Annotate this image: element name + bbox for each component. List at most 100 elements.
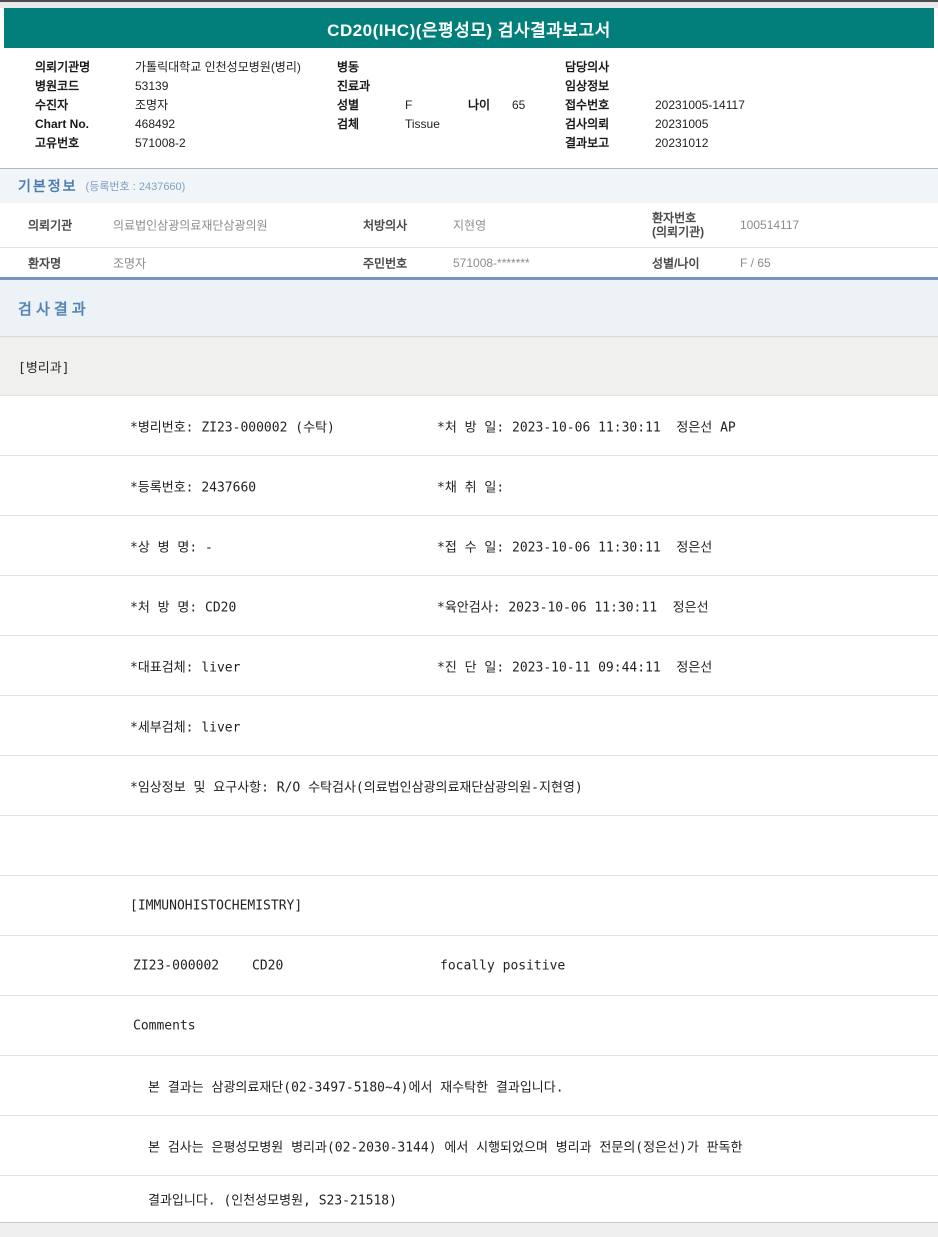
field-label: Chart No.	[35, 116, 89, 131]
patient-no-label: 환자번호 (의뢰기관)	[652, 211, 704, 239]
patient-no-label-line2: (의뢰기관)	[652, 225, 705, 239]
report-title-bar: CD20(IHC)(은평성모) 검사결과보고서	[4, 8, 934, 48]
result-row: *대표검체: liver *진 단 일: 2023-10-11 09:44:11…	[0, 636, 938, 696]
field-value: 65	[512, 97, 526, 112]
referring-org-label: 의뢰기관	[28, 218, 73, 233]
field-label: 수진자	[35, 98, 69, 112]
field-value: 571008-2	[135, 135, 186, 150]
department-label: [병리과]	[18, 360, 70, 376]
result-left: [IMMUNOHISTOCHEMISTRY]	[130, 898, 303, 913]
result-row-comment: 본 검사는 은평성모병원 병리과(02-2030-3144) 에서 시행되었으며…	[0, 1116, 938, 1176]
result-row-comment: 결과입니다. (인천성모병원, S23-21518)	[0, 1176, 938, 1222]
result-row: *상 병 명: - *접 수 일: 2023-10-06 11:30:11 정은…	[0, 516, 938, 576]
patient-name-value: 조명자	[113, 256, 147, 270]
field-value: 조명자	[135, 98, 169, 112]
result-row: *등록번호: 2437660 *채 취 일:	[0, 456, 938, 516]
section-subtitle: (등록번호 : 2437660)	[85, 181, 186, 193]
field-value: 20231005	[655, 116, 709, 131]
resident-no-value: 571008-*******	[453, 255, 530, 270]
table-row: 환자명 조명자 주민번호 571008-******* 성별/나이 F / 65	[0, 248, 938, 277]
header-field-examinee: 수진자 조명자	[35, 95, 301, 114]
field-label: 결과보고	[565, 136, 610, 150]
basic-info-table: 의뢰기관 의료법인삼광의료재단삼광의원 처방의사 지현영 환자번호 (의뢰기관) …	[0, 203, 938, 277]
comment-line: 결과입니다. (인천성모병원, S23-21518)	[148, 1193, 397, 1209]
basic-info-section-header: 기본정보 (등록번호 : 2437660)	[0, 168, 938, 203]
result-right: *진 단 일: 2023-10-11 09:44:11 정은선	[437, 660, 713, 675]
ihc-specimen-id: ZI23-000002	[133, 958, 220, 973]
result-rows: *병리번호: ZI23-000002 (수탁) *처 방 일: 2023-10-…	[0, 396, 938, 1222]
resident-no-label: 주민번호	[363, 256, 408, 270]
comments-label: Comments	[133, 1018, 196, 1033]
section-title: 검 사 결 과	[18, 300, 86, 318]
field-value: 가톨릭대학교 인천성모병원(병리)	[135, 60, 301, 74]
header-field-unique-no: 고유번호 571008-2	[35, 133, 301, 152]
field-label: 의뢰기관명	[35, 60, 91, 74]
referring-org-value: 의료법인삼광의료재단삼광의원	[113, 218, 268, 233]
result-left: *병리번호: ZI23-000002 (수탁)	[130, 420, 335, 435]
result-row: *세부검체: liver	[0, 696, 938, 756]
result-left: *등록번호: 2437660	[130, 480, 257, 495]
prescribing-doctor-value: 지현영	[453, 218, 487, 233]
comment-line: 본 검사는 은평성모병원 병리과(02-2030-3144) 에서 시행되었으며…	[148, 1140, 743, 1155]
result-left: *상 병 명: -	[130, 540, 213, 555]
result-row: *임상정보 및 요구사항: R/O 수탁검사(의료법인삼광의료재단삼광의원-지현…	[0, 756, 938, 816]
page-title: CD20(IHC)(은평성모) 검사결과보고서	[327, 20, 611, 40]
header-field-hospital-code: 병원코드 53139	[35, 76, 301, 95]
header-field-accession-no: 접수번호 20231005-14117	[565, 95, 745, 114]
header-field-report-date: 결과보고 20231012	[565, 133, 745, 152]
field-value: 53139	[135, 78, 169, 93]
patient-no-value: 100514117	[740, 218, 800, 232]
header-field-department: 진료과	[337, 76, 525, 95]
field-value: Tissue	[405, 116, 440, 131]
field-label: 나이	[468, 98, 491, 112]
header-field-clinical-info: 임상정보	[565, 76, 745, 95]
field-label: 접수번호	[565, 98, 610, 112]
result-left: *처 방 명: CD20	[130, 600, 237, 615]
ihc-test-name: CD20	[252, 958, 284, 973]
header-left-column: 의뢰기관명 가톨릭대학교 인천성모병원(병리) 병원코드 53139 수진자 조…	[35, 57, 301, 152]
field-label: 임상정보	[565, 79, 610, 93]
field-label: 검사의뢰	[565, 117, 610, 131]
lab-report-page: CD20(IHC)(은평성모) 검사결과보고서 의뢰기관명 가톨릭대학교 인천성…	[0, 0, 938, 1237]
prescribing-doctor-label: 처방의사	[363, 218, 408, 233]
result-right: *채 취 일:	[437, 480, 505, 495]
header-field-request-date: 검사의뢰 20231005	[565, 114, 745, 133]
result-row-comments-header: Comments	[0, 996, 938, 1056]
result-left: *세부검체: liver	[130, 720, 241, 735]
result-row: *처 방 명: CD20 *육안검사: 2023-10-06 11:30:11 …	[0, 576, 938, 636]
window-bottom-strip	[0, 1222, 938, 1237]
field-label: 성별	[337, 98, 360, 112]
header-field-attending-doctor: 담당의사	[565, 57, 745, 76]
test-result-section-header: 검 사 결 과	[0, 280, 938, 337]
header-field-chart-no: Chart No. 468492	[35, 114, 301, 133]
header-field-ward: 병동	[337, 57, 525, 76]
result-row-empty	[0, 816, 938, 876]
field-label: 검체	[337, 117, 360, 131]
result-right: *처 방 일: 2023-10-06 11:30:11 정은선 AP	[437, 420, 736, 435]
patient-no-label-line1: 환자번호	[652, 211, 697, 225]
result-right: *육안검사: 2023-10-06 11:30:11 정은선	[437, 600, 709, 615]
window-top-strip	[0, 0, 938, 8]
result-row-ihc-values: ZI23-000002 CD20 focally positive	[0, 936, 938, 996]
header-field-specimen: 검체 Tissue	[337, 114, 525, 133]
header-middle-column: 병동 진료과 성별 F 나이 65 검체 Tissue	[337, 57, 525, 133]
header-field-sex-age: 성별 F 나이 65	[337, 95, 525, 114]
field-label: 고유번호	[35, 136, 80, 150]
header-info: 의뢰기관명 가톨릭대학교 인천성모병원(병리) 병원코드 53139 수진자 조…	[0, 48, 938, 168]
comment-line: 본 결과는 삼광의료재단(02-3497-5180~4)에서 재수탁한 결과입니…	[148, 1080, 564, 1095]
ihc-test-result: focally positive	[440, 958, 566, 973]
field-value: F	[405, 97, 413, 112]
field-value: 20231005-14117	[655, 97, 745, 112]
patient-name-label: 환자명	[28, 256, 62, 270]
field-label: 담당의사	[565, 60, 610, 74]
header-right-column: 담당의사 임상정보 접수번호 20231005-14117 검사의뢰 20231…	[565, 57, 745, 152]
field-value: 20231012	[655, 135, 709, 150]
table-row: 의뢰기관 의료법인삼광의료재단삼광의원 처방의사 지현영 환자번호 (의뢰기관) …	[0, 203, 938, 248]
result-row: *병리번호: ZI23-000002 (수탁) *처 방 일: 2023-10-…	[0, 396, 938, 456]
department-row: [병리과]	[0, 337, 938, 396]
result-row-comment: 본 결과는 삼광의료재단(02-3497-5180~4)에서 재수탁한 결과입니…	[0, 1056, 938, 1116]
result-row-ihc-header: [IMMUNOHISTOCHEMISTRY]	[0, 876, 938, 936]
field-value: 468492	[135, 116, 176, 131]
field-label: 병동	[337, 60, 360, 74]
sex-age-value: F / 65	[740, 255, 771, 270]
